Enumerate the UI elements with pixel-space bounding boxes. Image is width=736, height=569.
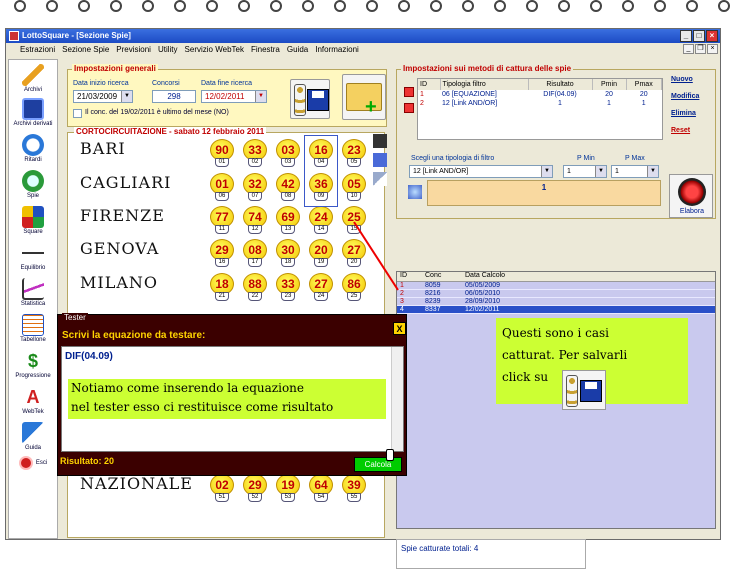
save-icon-inline — [562, 370, 606, 410]
note-captured: Questi sono i casi catturat. Per salvarl… — [496, 318, 688, 410]
textarea-scrollbar[interactable] — [391, 347, 403, 451]
tester-prompt: Scrivi la equazione da testare: — [62, 330, 206, 341]
traffic-light-icon — [566, 375, 578, 407]
note-line: Questi sono i casi — [502, 326, 609, 340]
tester-result: Risultato: 20 — [60, 456, 115, 466]
note-line: Notiamo come inserendo la equazione — [71, 381, 304, 395]
captured-total: Spie catturate totali: 4 — [396, 539, 586, 569]
tester-title: Tester — [62, 313, 88, 322]
floppy-icon — [580, 380, 602, 402]
equation-text: DIF(04.09) — [65, 351, 113, 362]
cursor-icon — [386, 449, 394, 461]
calcola-button[interactable]: Calcola — [354, 457, 402, 472]
equation-textarea[interactable]: DIF(04.09) Notiamo come inserendo la equ… — [61, 346, 404, 452]
tester-dialog: Tester X Scrivi la equazione da testare:… — [57, 313, 407, 476]
arrow-line — [353, 221, 399, 291]
tester-close-button[interactable]: X — [393, 322, 406, 335]
note-line: nel tester esso ci restituisce come risu… — [71, 400, 334, 414]
note-line: catturat. Per salvarli — [502, 348, 628, 362]
note-tester: Notiamo come inserendo la equazione nel … — [68, 379, 386, 419]
